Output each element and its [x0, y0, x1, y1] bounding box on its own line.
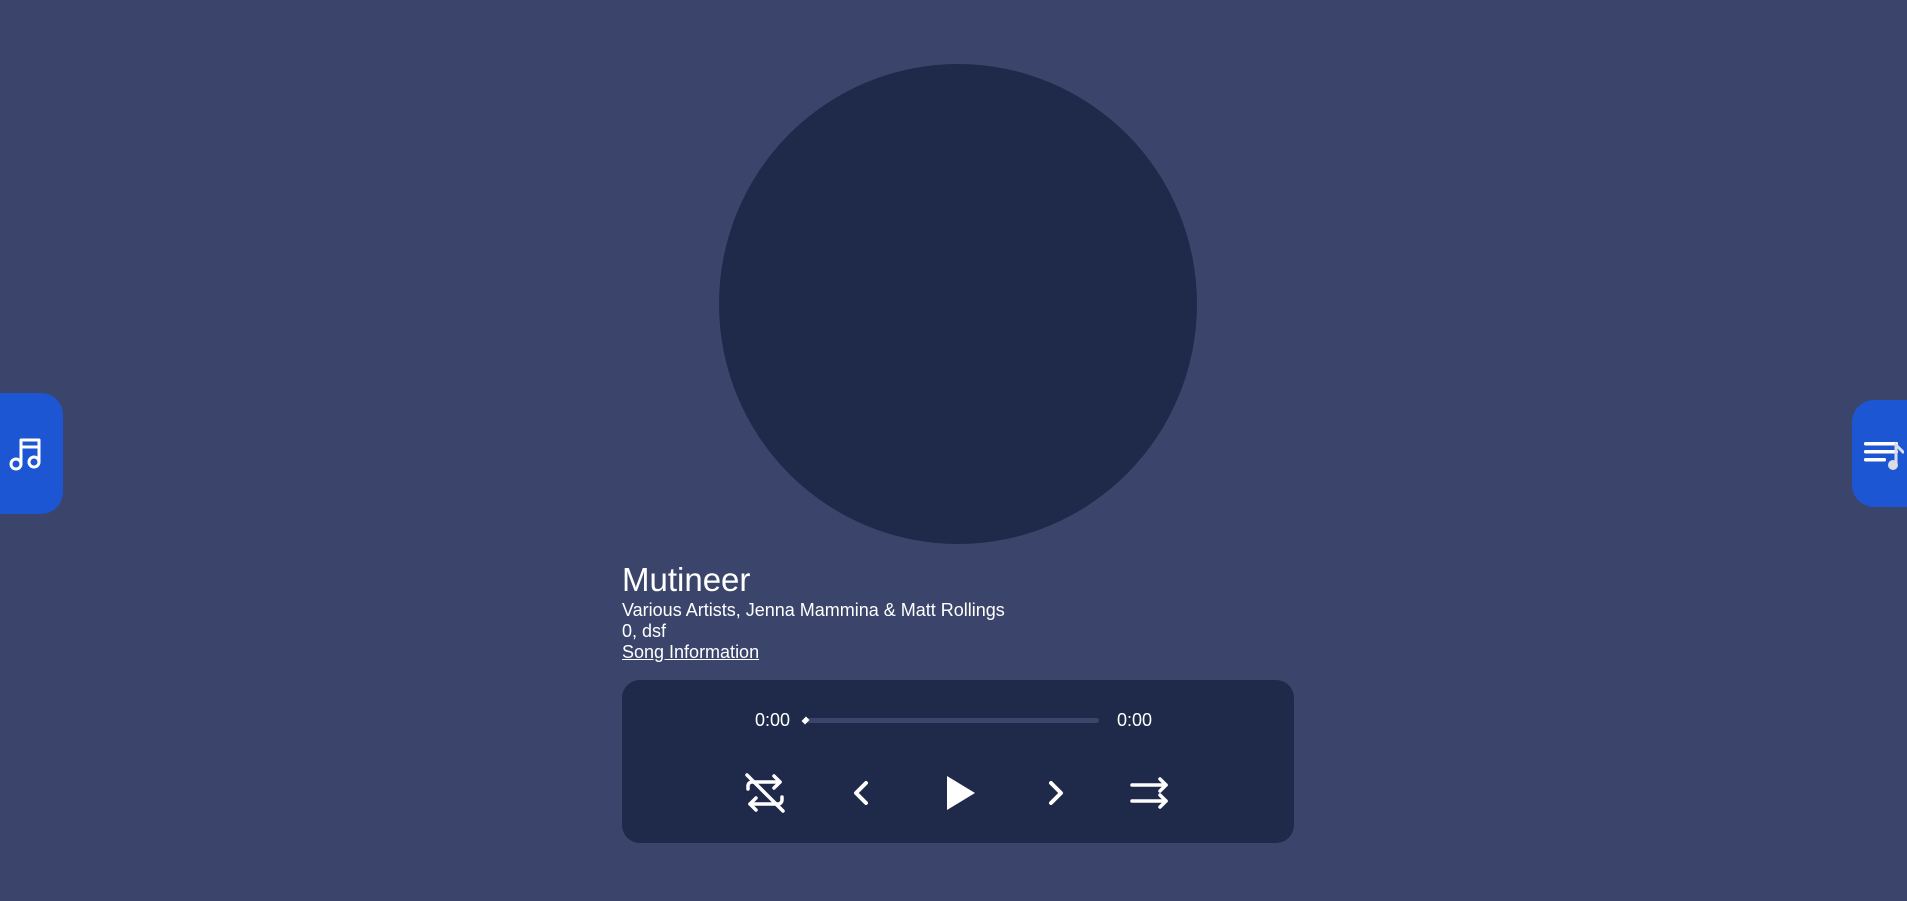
song-meta: 0, dsf: [622, 621, 667, 641]
play-icon: [943, 774, 977, 812]
seek-bar-thumb[interactable]: [801, 716, 810, 725]
repeat-button[interactable]: [740, 768, 790, 818]
song-title: Mutineer: [622, 561, 751, 598]
library-tab-button[interactable]: [0, 393, 63, 514]
play-button[interactable]: [935, 768, 985, 818]
seek-bar[interactable]: [801, 716, 1099, 725]
total-time: 0:00: [1117, 710, 1153, 730]
queue-tab-button[interactable]: [1852, 400, 1907, 507]
previous-icon: [847, 778, 877, 808]
player-page: Mutineer Various Artists, Jenna Mammina …: [0, 0, 1907, 901]
music-note-icon: [8, 436, 44, 472]
current-time: 0:00: [755, 710, 791, 730]
previous-button[interactable]: [837, 768, 887, 818]
song-information-link[interactable]: Song Information: [622, 642, 759, 663]
shuffle-icon: [1129, 772, 1171, 814]
song-info: Mutineer Various Artists, Jenna Mammina …: [622, 560, 1182, 663]
song-artist: Various Artists, Jenna Mammina & Matt Ro…: [622, 600, 1005, 620]
next-button[interactable]: [1030, 768, 1080, 818]
shuffle-button[interactable]: [1125, 768, 1175, 818]
queue-music-icon: [1862, 433, 1906, 475]
player-controls: 0:00 0:00: [622, 680, 1294, 843]
progress-row: 0:00 0:00: [622, 708, 1294, 732]
next-icon: [1040, 778, 1070, 808]
repeat-off-icon: [742, 770, 788, 816]
album-art: [719, 64, 1197, 544]
playback-buttons: [622, 768, 1294, 818]
